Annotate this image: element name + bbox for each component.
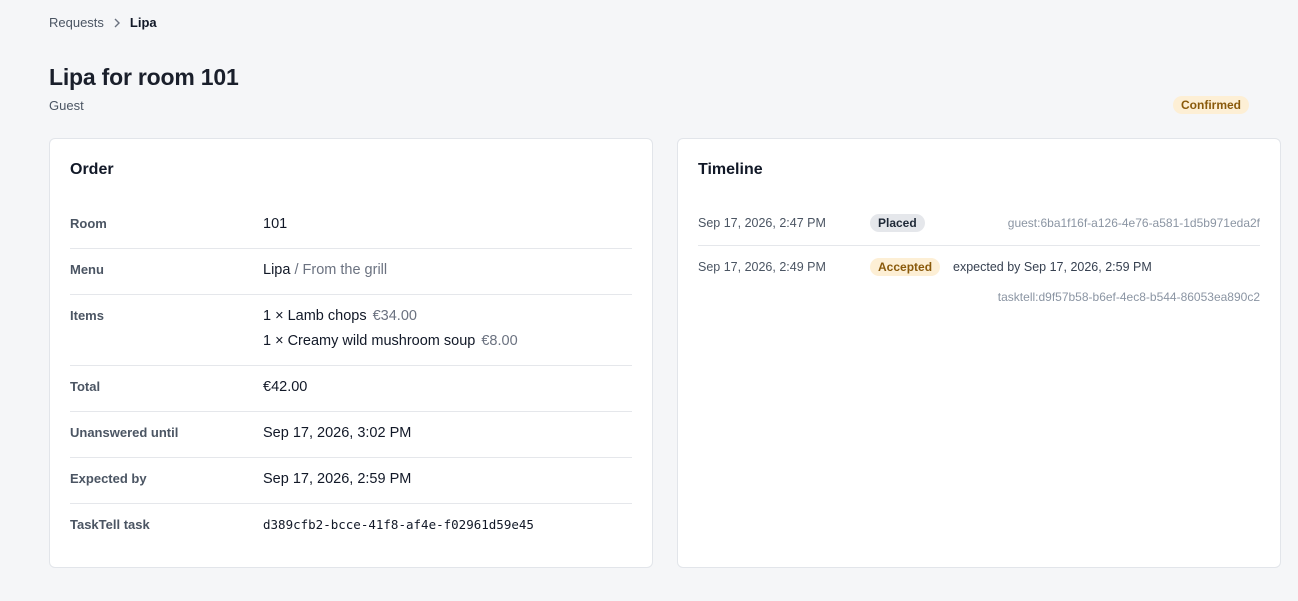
item-text: 1 × Creamy wild mushroom soup	[263, 333, 476, 349]
timeline-heading: Timeline	[698, 161, 763, 178]
order-row-unanswered: Unanswered until Sep 17, 2026, 3:02 PM	[70, 412, 632, 458]
item-price: €34.00	[372, 308, 417, 324]
order-row-items: Items 1 × Lamb chops €34.00 1 × Creamy wi…	[70, 295, 632, 366]
order-row-menu: Menu Lipa / From the grill	[70, 249, 632, 295]
chevron-right-icon	[113, 18, 121, 28]
breadcrumb-requests-link[interactable]: Requests	[49, 15, 104, 30]
status-badge: Confirmed	[1173, 96, 1249, 114]
order-row-total: Total €42.00	[70, 366, 632, 412]
total-value: €42.00	[263, 379, 308, 395]
order-details: Room 101 Menu Lipa / From the grill Item…	[70, 203, 632, 550]
breadcrumb: Requests Lipa	[49, 15, 157, 30]
menu-label: Menu	[70, 262, 104, 277]
room-label: Room	[70, 216, 107, 231]
page-title: Lipa for room 101	[49, 64, 239, 90]
item-text: 1 × Lamb chops	[263, 308, 367, 324]
expected-label: Expected by	[70, 471, 147, 486]
event-note: expected by Sep 17, 2026, 2:59 PM	[953, 260, 1152, 274]
event-status-badge: Accepted	[870, 258, 941, 276]
menu-value: Lipa / From the grill	[263, 249, 387, 294]
task-id: d389cfb2-bcce-41f8-af4e-f02961d59e45	[263, 517, 534, 532]
order-row-task: TaskTell task d389cfb2-bcce-41f8-af4e-f0…	[70, 504, 632, 550]
event-actor: guest:6ba1f16f-a126-4e76-a581-1d5b971eda…	[1007, 216, 1260, 230]
item-price: €8.00	[481, 333, 518, 349]
event-actor: tasktell:d9f57b58-b6ef-4ec8-b544-86053ea…	[997, 290, 1260, 304]
breadcrumb-current: Lipa	[129, 15, 157, 30]
order-card: Order Room 101 Menu Lipa / From the gril…	[49, 138, 653, 568]
timeline-event: Sep 17, 2026, 2:47 PM Placed guest:6ba1f…	[698, 212, 1260, 246]
list-item: 1 × Creamy wild mushroom soup €8.00	[263, 333, 518, 358]
page: Requests Lipa Lipa for room 101 Guest Co…	[0, 0, 1298, 601]
order-heading: Order	[70, 161, 114, 178]
total-label: Total	[70, 379, 101, 394]
task-label: TaskTell task	[70, 517, 150, 532]
timeline-event: Sep 17, 2026, 2:49 PM Accepted expected …	[698, 246, 1260, 326]
event-time: Sep 17, 2026, 2:47 PM	[698, 216, 826, 230]
order-row-expected: Expected by Sep 17, 2026, 2:59 PM	[70, 458, 632, 504]
event-status-badge: Placed	[870, 214, 925, 232]
expected-value: Sep 17, 2026, 2:59 PM	[263, 471, 412, 487]
unanswered-label: Unanswered until	[70, 425, 179, 440]
event-time: Sep 17, 2026, 2:49 PM	[698, 260, 826, 274]
menu-name: Lipa	[263, 262, 291, 278]
timeline-list: Sep 17, 2026, 2:47 PM Placed guest:6ba1f…	[698, 212, 1260, 326]
room-value: 101	[263, 216, 288, 232]
unanswered-value: Sep 17, 2026, 3:02 PM	[263, 425, 412, 441]
timeline-card: Timeline Sep 17, 2026, 2:47 PM Placed gu…	[677, 138, 1281, 568]
items-label: Items	[70, 308, 104, 323]
page-subtitle: Guest	[49, 98, 84, 113]
list-item: 1 × Lamb chops €34.00	[263, 308, 518, 333]
menu-section: / From the grill	[290, 262, 388, 278]
items-value: 1 × Lamb chops €34.00 1 × Creamy wild mus…	[263, 295, 518, 365]
order-row-room: Room 101	[70, 203, 632, 249]
